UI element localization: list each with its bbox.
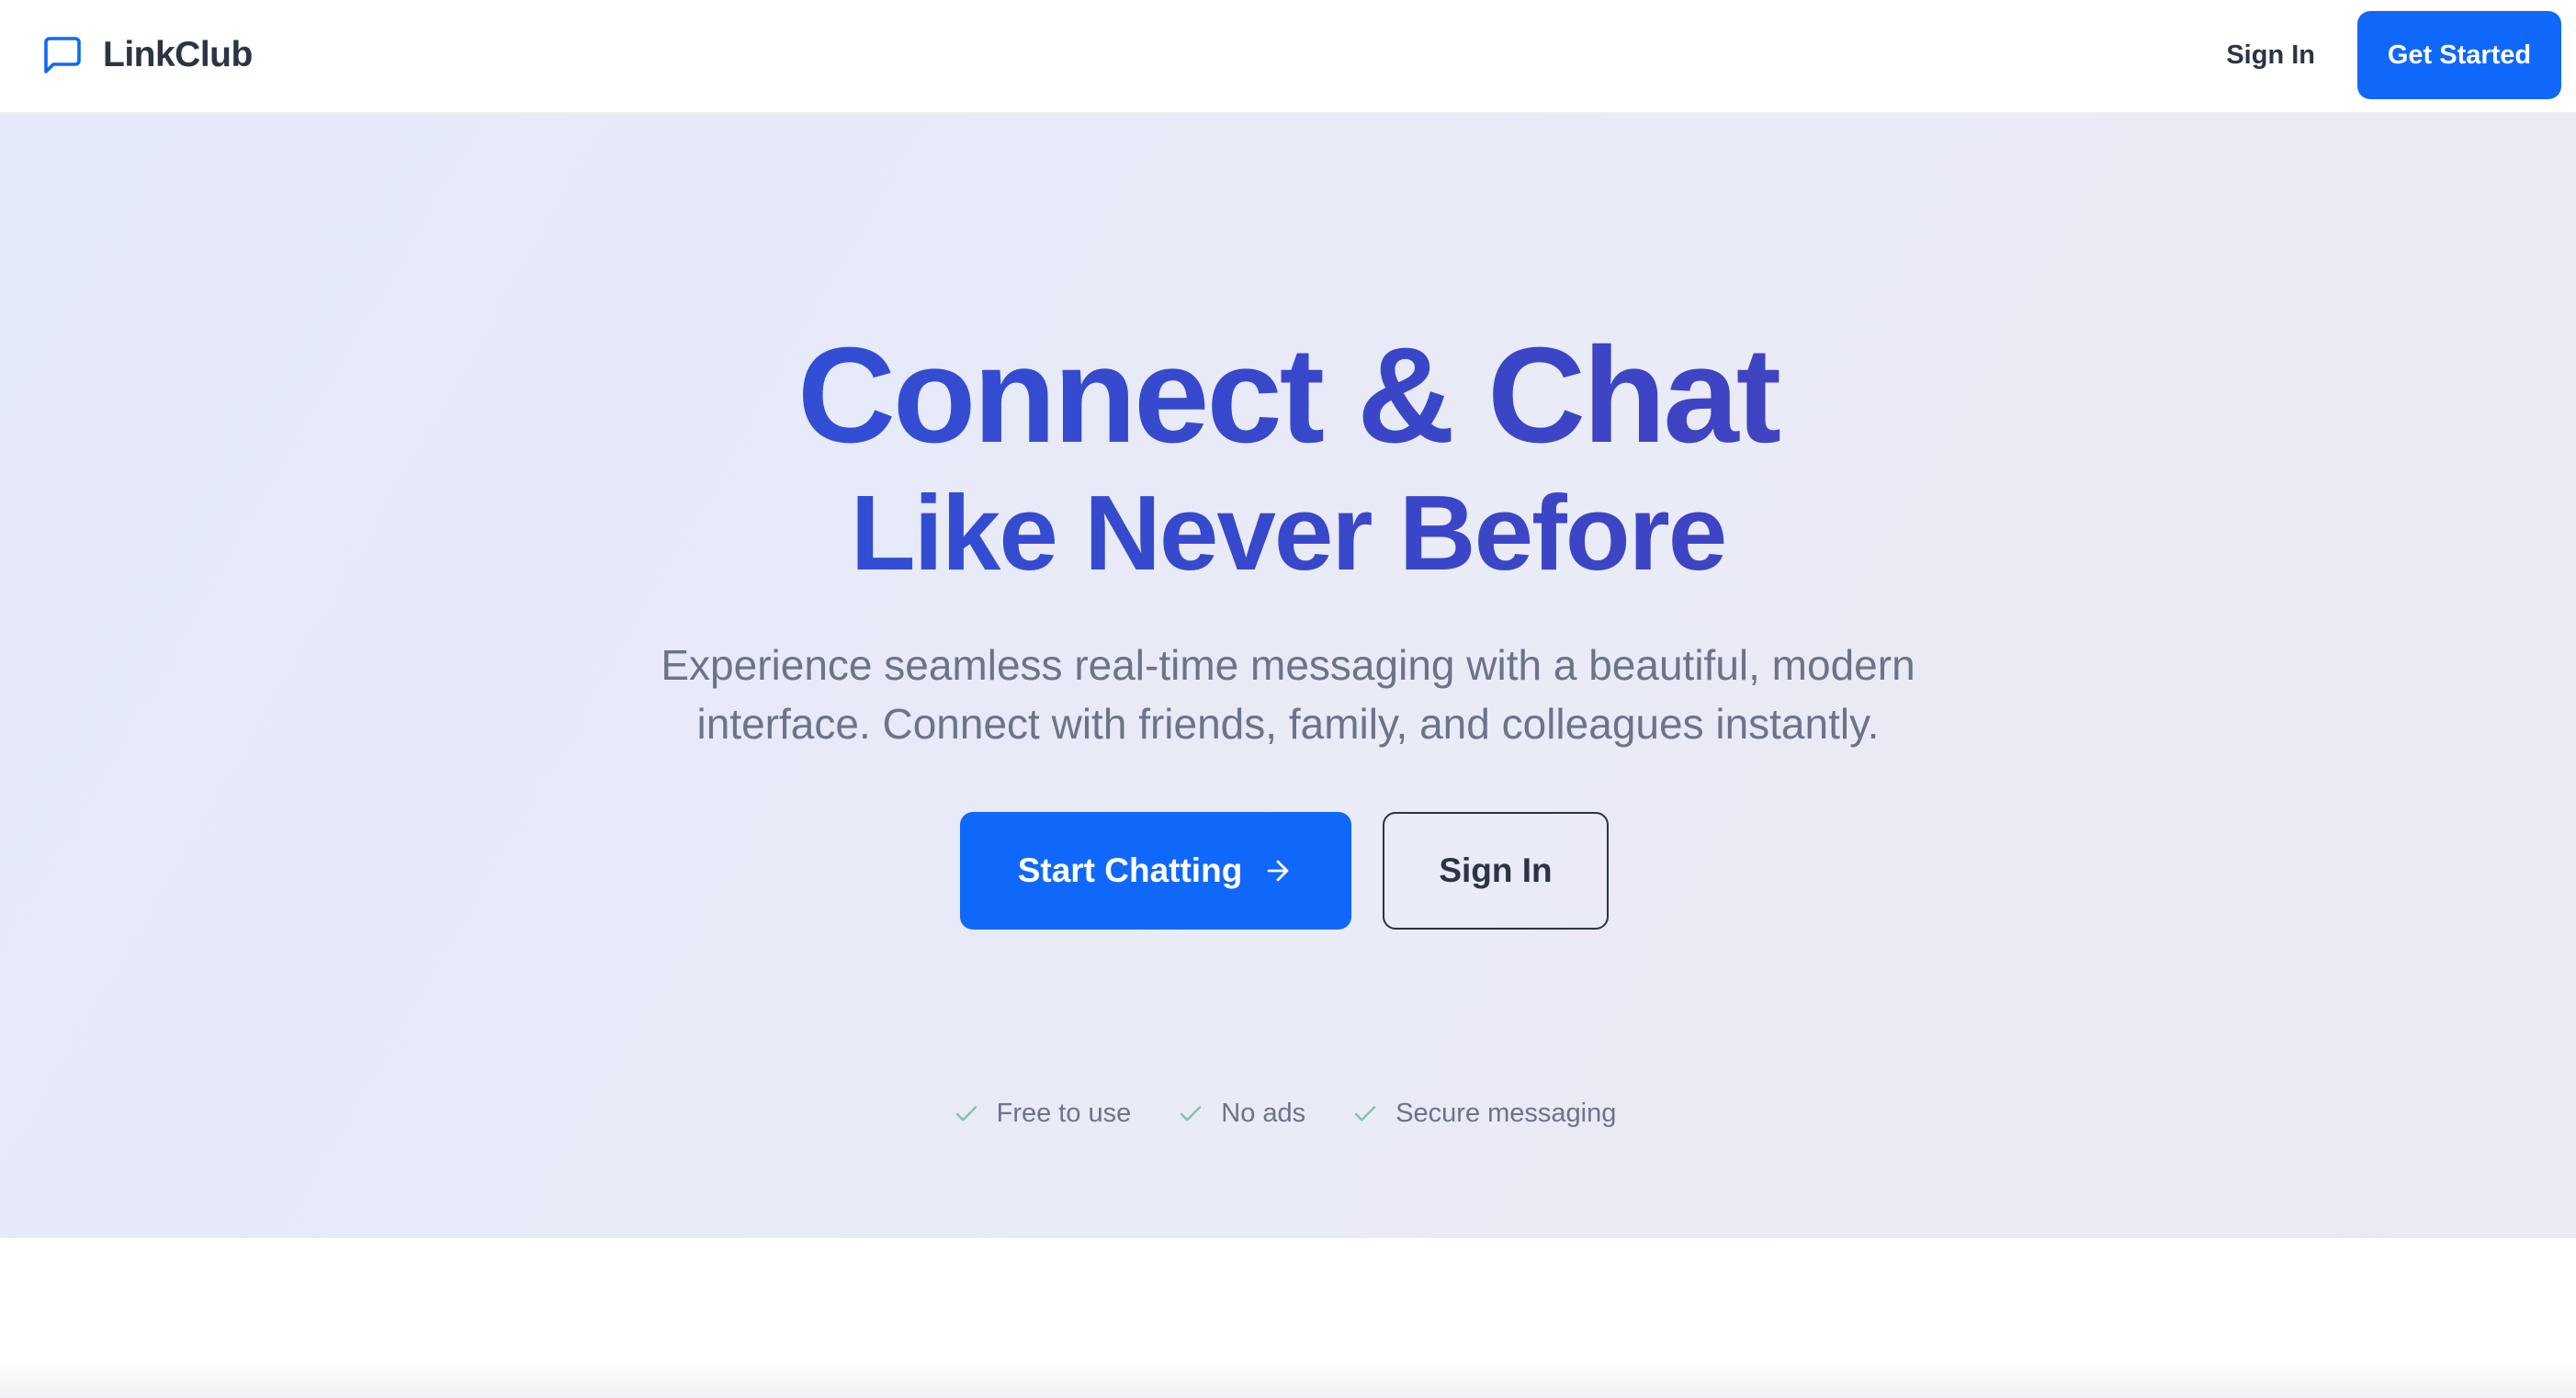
check-icon — [1354, 1105, 1376, 1121]
feature-item: Secure messaging — [1351, 1099, 1616, 1129]
arrow-right-icon — [1267, 860, 1289, 882]
feature-item: No ads — [1177, 1099, 1305, 1129]
header-sign-in-link[interactable]: Sign In — [2226, 40, 2315, 71]
check-icon — [1181, 1105, 1202, 1121]
section-divider-shadow — [0, 1359, 2576, 1398]
header-nav: Sign In Get Started — [2226, 11, 2561, 99]
hero-actions: Start Chatting Sign In — [0, 812, 2576, 930]
hero-subtitle: Experience seamless real-time messaging … — [661, 641, 1915, 748]
next-section — [0, 1238, 2576, 1398]
message-square-icon — [44, 37, 81, 73]
feature-item: Free to use — [953, 1099, 1132, 1129]
feature-list: Free to use No ads Secure messaging — [0, 1099, 2576, 1129]
feature-label: No ads — [1221, 1099, 1306, 1128]
top-navigation-bar: LinkClub Sign In Get Started — [0, 0, 2576, 114]
hero-section: Connect & Chat Like Never Before Experie… — [0, 114, 2576, 1238]
start-chatting-button[interactable]: Start Chatting — [960, 812, 1351, 930]
get-started-button[interactable]: Get Started — [2357, 11, 2561, 99]
check-icon — [955, 1105, 977, 1121]
brand-logo[interactable]: LinkClub — [40, 29, 253, 81]
hero-title: Connect & Chat — [0, 318, 2576, 474]
brand-name: LinkClub — [103, 35, 253, 74]
start-chatting-label: Start Chatting — [1017, 851, 1243, 889]
feature-label: Free to use — [996, 1099, 1132, 1128]
hero-sign-in-button[interactable]: Sign In — [1383, 812, 1609, 930]
hero-title-secondary: Like Never Before — [0, 470, 2576, 595]
feature-label: Secure messaging — [1395, 1099, 1617, 1128]
